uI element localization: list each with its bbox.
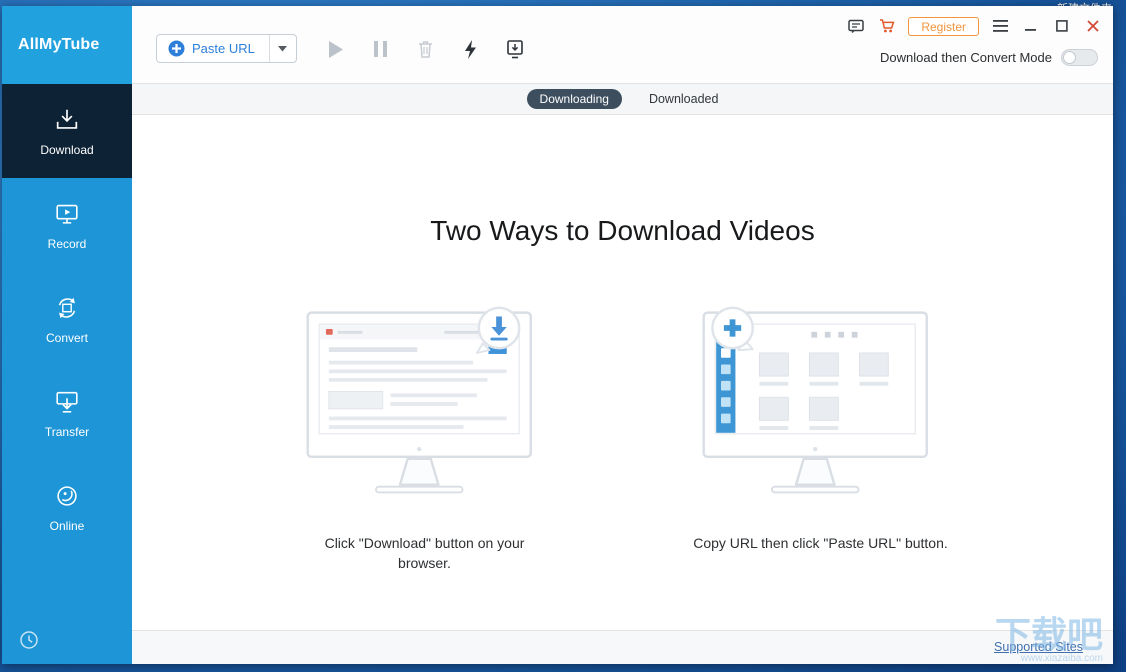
mode-label: Download then Convert Mode xyxy=(880,50,1052,65)
transport-toolbar xyxy=(324,36,526,62)
page-title: Two Ways to Download Videos xyxy=(430,215,815,246)
paste-url-label: Paste URL xyxy=(192,41,255,56)
history-clock-icon[interactable] xyxy=(19,630,41,652)
cart-icon[interactable] xyxy=(877,16,897,36)
sidebar: Download Record Convert Transfer Online xyxy=(2,84,132,664)
lightning-icon[interactable] xyxy=(459,37,481,61)
close-icon[interactable] xyxy=(1083,16,1103,36)
desktop-background: 新建文件夹 AllMyTube Register xyxy=(0,0,1126,672)
sidebar-item-record[interactable]: Record xyxy=(2,178,132,272)
content: Two Ways to Download Videos Click "Downl… xyxy=(132,115,1113,630)
plus-icon xyxy=(168,40,185,57)
monitor-paste-illustration xyxy=(701,306,928,494)
sidebar-item-download[interactable]: Download xyxy=(2,84,132,178)
tabstrip: Downloading Downloaded xyxy=(132,84,1113,115)
convert-mode-toggle[interactable] xyxy=(1061,49,1098,66)
feedback-icon[interactable] xyxy=(846,16,866,36)
header: Register Paste URL Download then Convert… xyxy=(132,6,1113,84)
start-icon[interactable] xyxy=(324,37,346,61)
menu-icon[interactable] xyxy=(990,16,1010,36)
convert-icon xyxy=(58,297,76,318)
download-icon xyxy=(56,109,78,129)
pause-icon[interactable] xyxy=(369,37,391,61)
sidebar-item-online[interactable]: Online xyxy=(2,460,132,554)
method-paste-url: Copy URL then click "Paste URL" button. xyxy=(693,305,949,574)
sidebar-item-label: Record xyxy=(47,236,87,251)
method-caption: Click "Download" button on your browser. xyxy=(324,535,525,572)
register-button[interactable]: Register xyxy=(908,16,979,36)
chevron-down-icon xyxy=(278,45,288,51)
maximize-icon[interactable] xyxy=(1052,16,1072,36)
delete-icon[interactable] xyxy=(414,37,436,61)
toggle-knob xyxy=(1063,51,1076,64)
minimize-icon[interactable] xyxy=(1021,16,1041,36)
monitor-download-illustration xyxy=(305,306,532,494)
paste-url-dropdown[interactable] xyxy=(268,35,296,62)
paste-url-button-group: Paste URL xyxy=(156,34,297,63)
paste-url-button[interactable]: Paste URL xyxy=(157,35,269,62)
device-download-icon[interactable] xyxy=(504,37,526,61)
footer-bar: Supported Sites xyxy=(132,630,1113,664)
sidebar-item-transfer[interactable]: Transfer xyxy=(2,366,132,460)
transfer-icon xyxy=(56,391,78,413)
online-icon xyxy=(57,485,77,506)
sidebar-item-label: Download xyxy=(40,142,94,157)
method-browser-download: Click "Download" button on your browser. xyxy=(297,305,553,574)
tab-downloading[interactable]: Downloading xyxy=(526,89,622,109)
methods-row: Click "Download" button on your browser. xyxy=(132,305,1113,574)
main-area: Downloading Downloaded Two Ways to Downl… xyxy=(132,84,1113,664)
titlebar-controls: Register xyxy=(846,16,1103,36)
app-window: AllMyTube Register Paste URL Download th… xyxy=(2,6,1113,664)
mode-row: Download then Convert Mode xyxy=(880,49,1098,66)
sidebar-item-label: Transfer xyxy=(44,424,90,439)
sidebar-item-label: Online xyxy=(49,518,85,533)
supported-sites-link[interactable]: Supported Sites xyxy=(994,631,1083,664)
app-logo: AllMyTube xyxy=(2,6,132,84)
tab-downloaded[interactable]: Downloaded xyxy=(649,92,719,106)
sidebar-item-label: Convert xyxy=(45,330,89,345)
record-icon xyxy=(56,204,78,224)
sidebar-item-convert[interactable]: Convert xyxy=(2,272,132,366)
method-caption: Copy URL then click "Paste URL" button. xyxy=(693,535,948,551)
